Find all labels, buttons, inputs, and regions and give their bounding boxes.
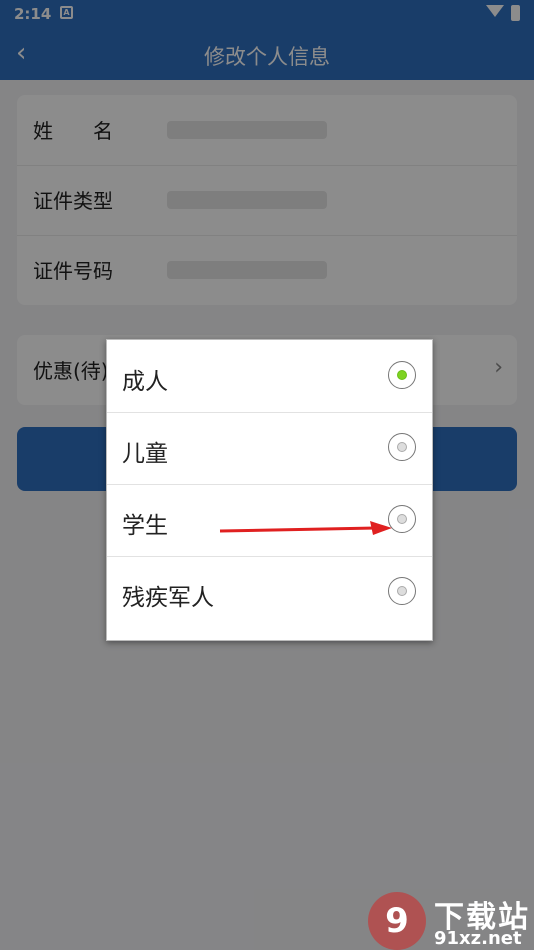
annotation-arrow-icon (219, 521, 392, 535)
option-adult[interactable]: 成人 (107, 340, 432, 413)
option-label: 学生 (122, 513, 168, 539)
option-disabled-veteran[interactable]: 残疾军人 (107, 556, 432, 628)
option-label: 残疾军人 (122, 585, 214, 611)
watermark: 9 下载站 91xz.net (368, 892, 534, 950)
radio-dot (397, 514, 407, 524)
radio-child[interactable] (388, 433, 416, 461)
radio-disabled-veteran[interactable] (388, 577, 416, 605)
radio-dot (397, 442, 407, 452)
option-label: 儿童 (122, 441, 168, 467)
watermark-en-text: 91xz.net (434, 928, 522, 949)
passenger-type-dialog: 成人 儿童 学生 残疾军人 (106, 339, 433, 641)
watermark-logo: 9 (368, 892, 426, 950)
radio-dot (397, 370, 407, 380)
radio-adult[interactable] (388, 361, 416, 389)
radio-dot (397, 586, 407, 596)
option-child[interactable]: 儿童 (107, 412, 432, 485)
option-label: 成人 (122, 369, 168, 395)
